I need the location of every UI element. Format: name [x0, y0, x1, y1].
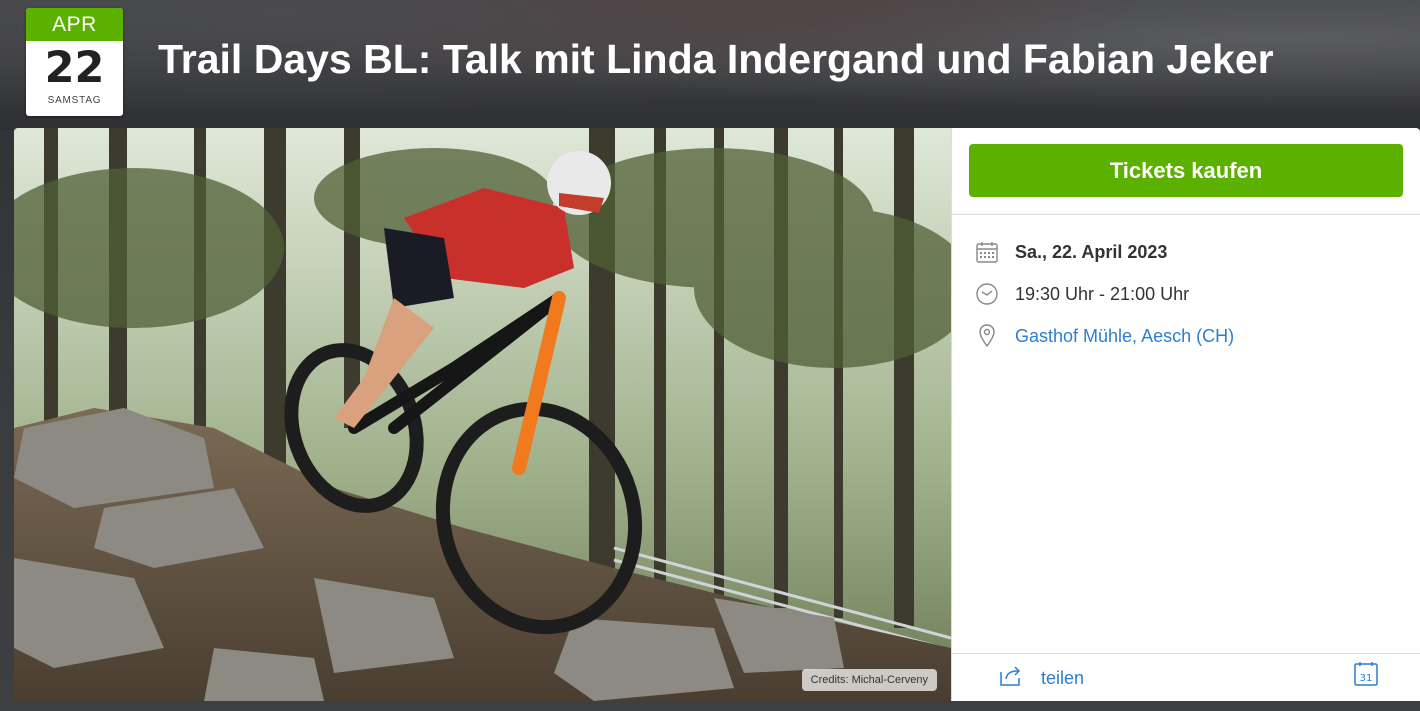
- map-pin-icon: [974, 323, 1000, 349]
- date-month: APR: [26, 8, 123, 41]
- clock-icon: [974, 281, 1000, 307]
- event-date-row: Sa., 22. April 2023: [974, 239, 1167, 265]
- event-time: 19:30 Uhr - 21:00 Uhr: [1015, 283, 1190, 304]
- share-button[interactable]: teilen: [998, 664, 1084, 693]
- share-icon: [998, 664, 1024, 693]
- buy-tickets-button[interactable]: Tickets kaufen: [969, 144, 1403, 197]
- event-photo: Credits: Michal-Cerveny: [14, 128, 951, 701]
- photo-credits: Credits: Michal-Cerveny: [801, 669, 937, 691]
- date-badge: APR 22 SAMSTAG: [26, 8, 123, 116]
- share-label[interactable]: teilen: [1041, 668, 1084, 689]
- event-location-row[interactable]: Gasthof Mühle, Aesch (CH): [974, 323, 1234, 349]
- calendar-number: 31: [1360, 673, 1373, 684]
- divider-top: [952, 214, 1420, 215]
- calendar-icon: [974, 239, 1000, 265]
- event-location-link[interactable]: Gasthof Mühle, Aesch (CH): [1015, 326, 1234, 347]
- add-to-calendar-icon[interactable]: 31: [1353, 661, 1379, 692]
- date-weekday: SAMSTAG: [47, 95, 102, 106]
- date-day: 22: [44, 43, 105, 93]
- event-time-row: 19:30 Uhr - 21:00 Uhr: [974, 281, 1189, 307]
- event-title: Trail Days BL: Talk mit Linda Indergand …: [158, 36, 1274, 82]
- divider-bottom: [952, 653, 1420, 654]
- event-info-panel: Tickets kaufen Sa., 22. April 2023 19:30…: [951, 128, 1420, 701]
- event-date: Sa., 22. April 2023: [1015, 241, 1168, 262]
- mountain-bike-illustration: [14, 128, 951, 701]
